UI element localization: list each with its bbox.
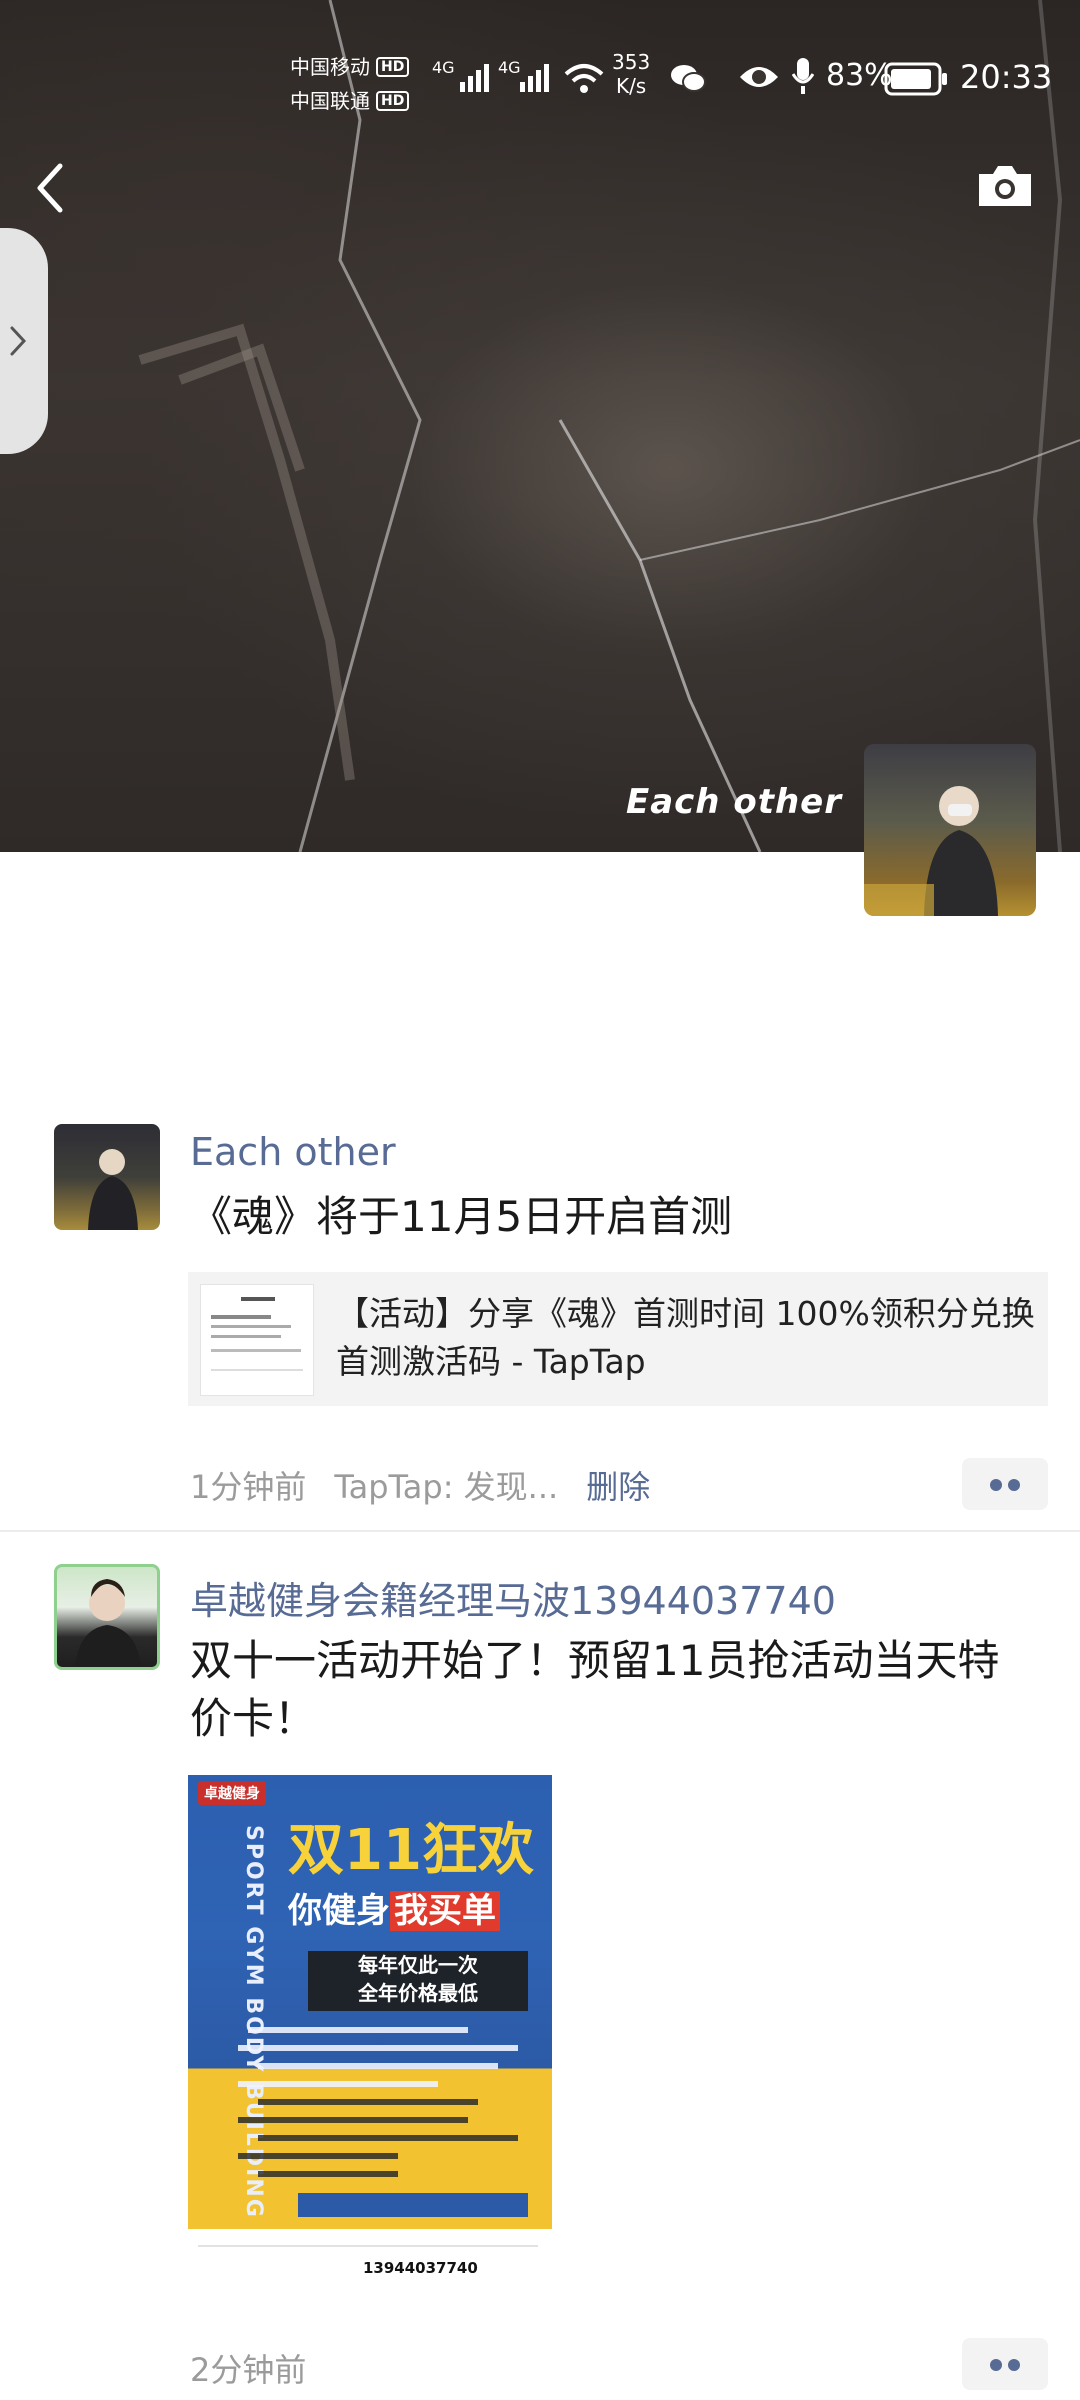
avatar-figure: [75, 1579, 141, 1667]
hd-badge-2: HD: [376, 91, 410, 111]
more-actions-button-2[interactable]: [962, 2338, 1048, 2390]
profile-avatar[interactable]: [864, 744, 1036, 916]
post-divider: [0, 1530, 1080, 1532]
avatar-figure: [88, 1149, 138, 1230]
post-nickname[interactable]: Each other: [190, 1130, 396, 1174]
post-time: 1分钟前: [190, 1468, 307, 1506]
poster-headline: 双11狂欢: [288, 1818, 534, 1883]
speed-unit: K/s: [615, 74, 647, 98]
post-nickname[interactable]: 卓越健身会籍经理马波13944037740: [190, 1570, 836, 1625]
post-avatar[interactable]: [54, 1564, 160, 1670]
wechat-icon: [671, 65, 706, 92]
post-text: 《魂》将于11月5日开启首测: [190, 1192, 733, 1241]
poster-banner-line1: 每年仅此一次: [358, 1953, 478, 1977]
eye-icon: [740, 67, 778, 87]
speed-value: 353: [612, 50, 651, 74]
cover-username: Each other: [625, 782, 842, 822]
post-source[interactable]: TapTap: 发现...: [334, 1468, 558, 1506]
link-thumbnail-image: [211, 1297, 303, 1371]
chevron-left-icon[interactable]: [30, 158, 70, 218]
clock: 20:33: [960, 58, 1053, 96]
chevron-right-icon: [10, 326, 27, 356]
carrier-info: 中国移动 HD 中国联通 HD: [290, 50, 410, 118]
dot-icon: [1008, 2359, 1020, 2371]
cover-photo[interactable]: 中国移动 HD 中国联通 HD 4G 4G 353 K/s 83% 20:33 …: [0, 0, 1080, 852]
side-expand-tab[interactable]: [0, 228, 48, 454]
dot-icon: [1008, 1479, 1020, 1491]
hd-badge: HD: [376, 57, 410, 77]
post-image-poster[interactable]: 卓越健身 SPORT GYM BODY BUILDING 双11狂欢 你健身 我买…: [188, 1775, 552, 2309]
signal-icon: [460, 64, 489, 92]
poster-sub-prefix: 你健身: [288, 1891, 390, 1931]
network-type-2: 4G: [498, 58, 521, 77]
poster-banner: 每年仅此一次 全年价格最低: [308, 1951, 528, 2011]
poster-subheadline: 你健身 我买单: [288, 1883, 500, 1932]
dot-icon: [990, 1479, 1002, 1491]
link-title: 【活动】分享《魂》首测时间 100%领积分兑换首测激活码 - TapTap: [336, 1294, 1035, 1381]
network-type-1: 4G: [432, 58, 455, 77]
post-meta-2: 2分钟前: [190, 2345, 306, 2391]
wifi-icon: [564, 64, 604, 93]
poster-footer-rule: [198, 2245, 538, 2247]
shared-link-card[interactable]: 【活动】分享《魂》首测时间 100%领积分兑换首测激活码 - TapTap: [188, 1272, 1048, 1406]
camera-icon[interactable]: [975, 160, 1035, 210]
status-bar: 中国移动 HD 中国联通 HD 4G 4G 353 K/s 83% 20:33: [0, 40, 1080, 120]
cover-texture: [138, 0, 1080, 852]
poster-phone: 13944037740: [363, 2259, 478, 2277]
carrier-1: 中国移动: [290, 55, 370, 79]
signal-icon-2: [520, 64, 549, 92]
avatar-figure: [864, 786, 998, 916]
carrier-2: 中国联通: [290, 89, 370, 113]
post-meta: 1分钟前 TapTap: 发现... 删除: [190, 1462, 650, 1508]
poster-sub-highlight: 我买单: [390, 1891, 500, 1931]
poster-brand: 卓越健身: [198, 1781, 266, 1805]
delete-link[interactable]: 删除: [586, 1468, 650, 1506]
battery-icon: [884, 62, 947, 96]
more-actions-button[interactable]: [962, 1458, 1048, 1510]
network-speed: 353 K/s: [612, 50, 650, 98]
dot-icon: [990, 2359, 1002, 2371]
post-text: 双十一活动开始了！预留11员抢活动当天特价卡！: [190, 1636, 1000, 1743]
microphone-icon: [792, 58, 814, 94]
battery-percentage: 83%: [826, 58, 893, 93]
link-thumbnail: [200, 1284, 314, 1396]
poster-benefit-lines-image: [238, 2027, 528, 2217]
poster-banner-line2: 全年价格最低: [358, 1981, 478, 2005]
post-time: 2分钟前: [190, 2351, 307, 2389]
post-avatar[interactable]: [54, 1124, 160, 1230]
poster-benefit-lines: [228, 2023, 538, 2230]
